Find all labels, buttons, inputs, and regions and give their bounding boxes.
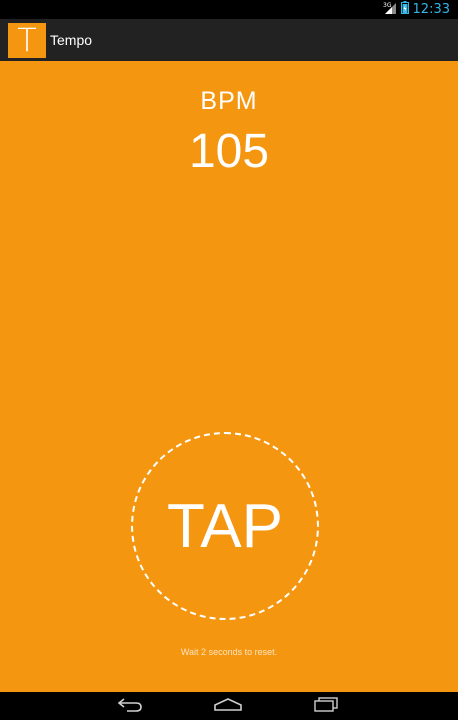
tap-button[interactable]: TAP (131, 432, 319, 620)
screen: 3G 12:33 T Tempo BPM 105 TAP Wait 2 seco… (0, 0, 458, 720)
recents-icon (312, 696, 340, 717)
network-type-label: 3G (383, 2, 392, 9)
signal-icon: 3G (383, 1, 397, 19)
bpm-label: BPM (200, 87, 258, 115)
back-icon (116, 696, 144, 717)
home-icon (213, 696, 243, 717)
bpm-value: 105 (188, 125, 270, 178)
reset-hint: Wait 2 seconds to reset. (180, 647, 278, 657)
app-icon[interactable]: T (8, 23, 46, 58)
status-time: 12:33 (412, 2, 450, 17)
tap-label: TAP (167, 491, 283, 561)
app-title: Tempo (50, 32, 93, 48)
back-button[interactable] (100, 692, 160, 720)
nav-bar (0, 692, 458, 720)
recents-button[interactable] (296, 692, 356, 720)
action-bar: T Tempo (0, 19, 458, 61)
home-button[interactable] (198, 692, 258, 720)
status-icons: 3G 12:33 (383, 0, 450, 19)
status-bar: 3G 12:33 (0, 0, 458, 19)
battery-icon (400, 0, 409, 19)
